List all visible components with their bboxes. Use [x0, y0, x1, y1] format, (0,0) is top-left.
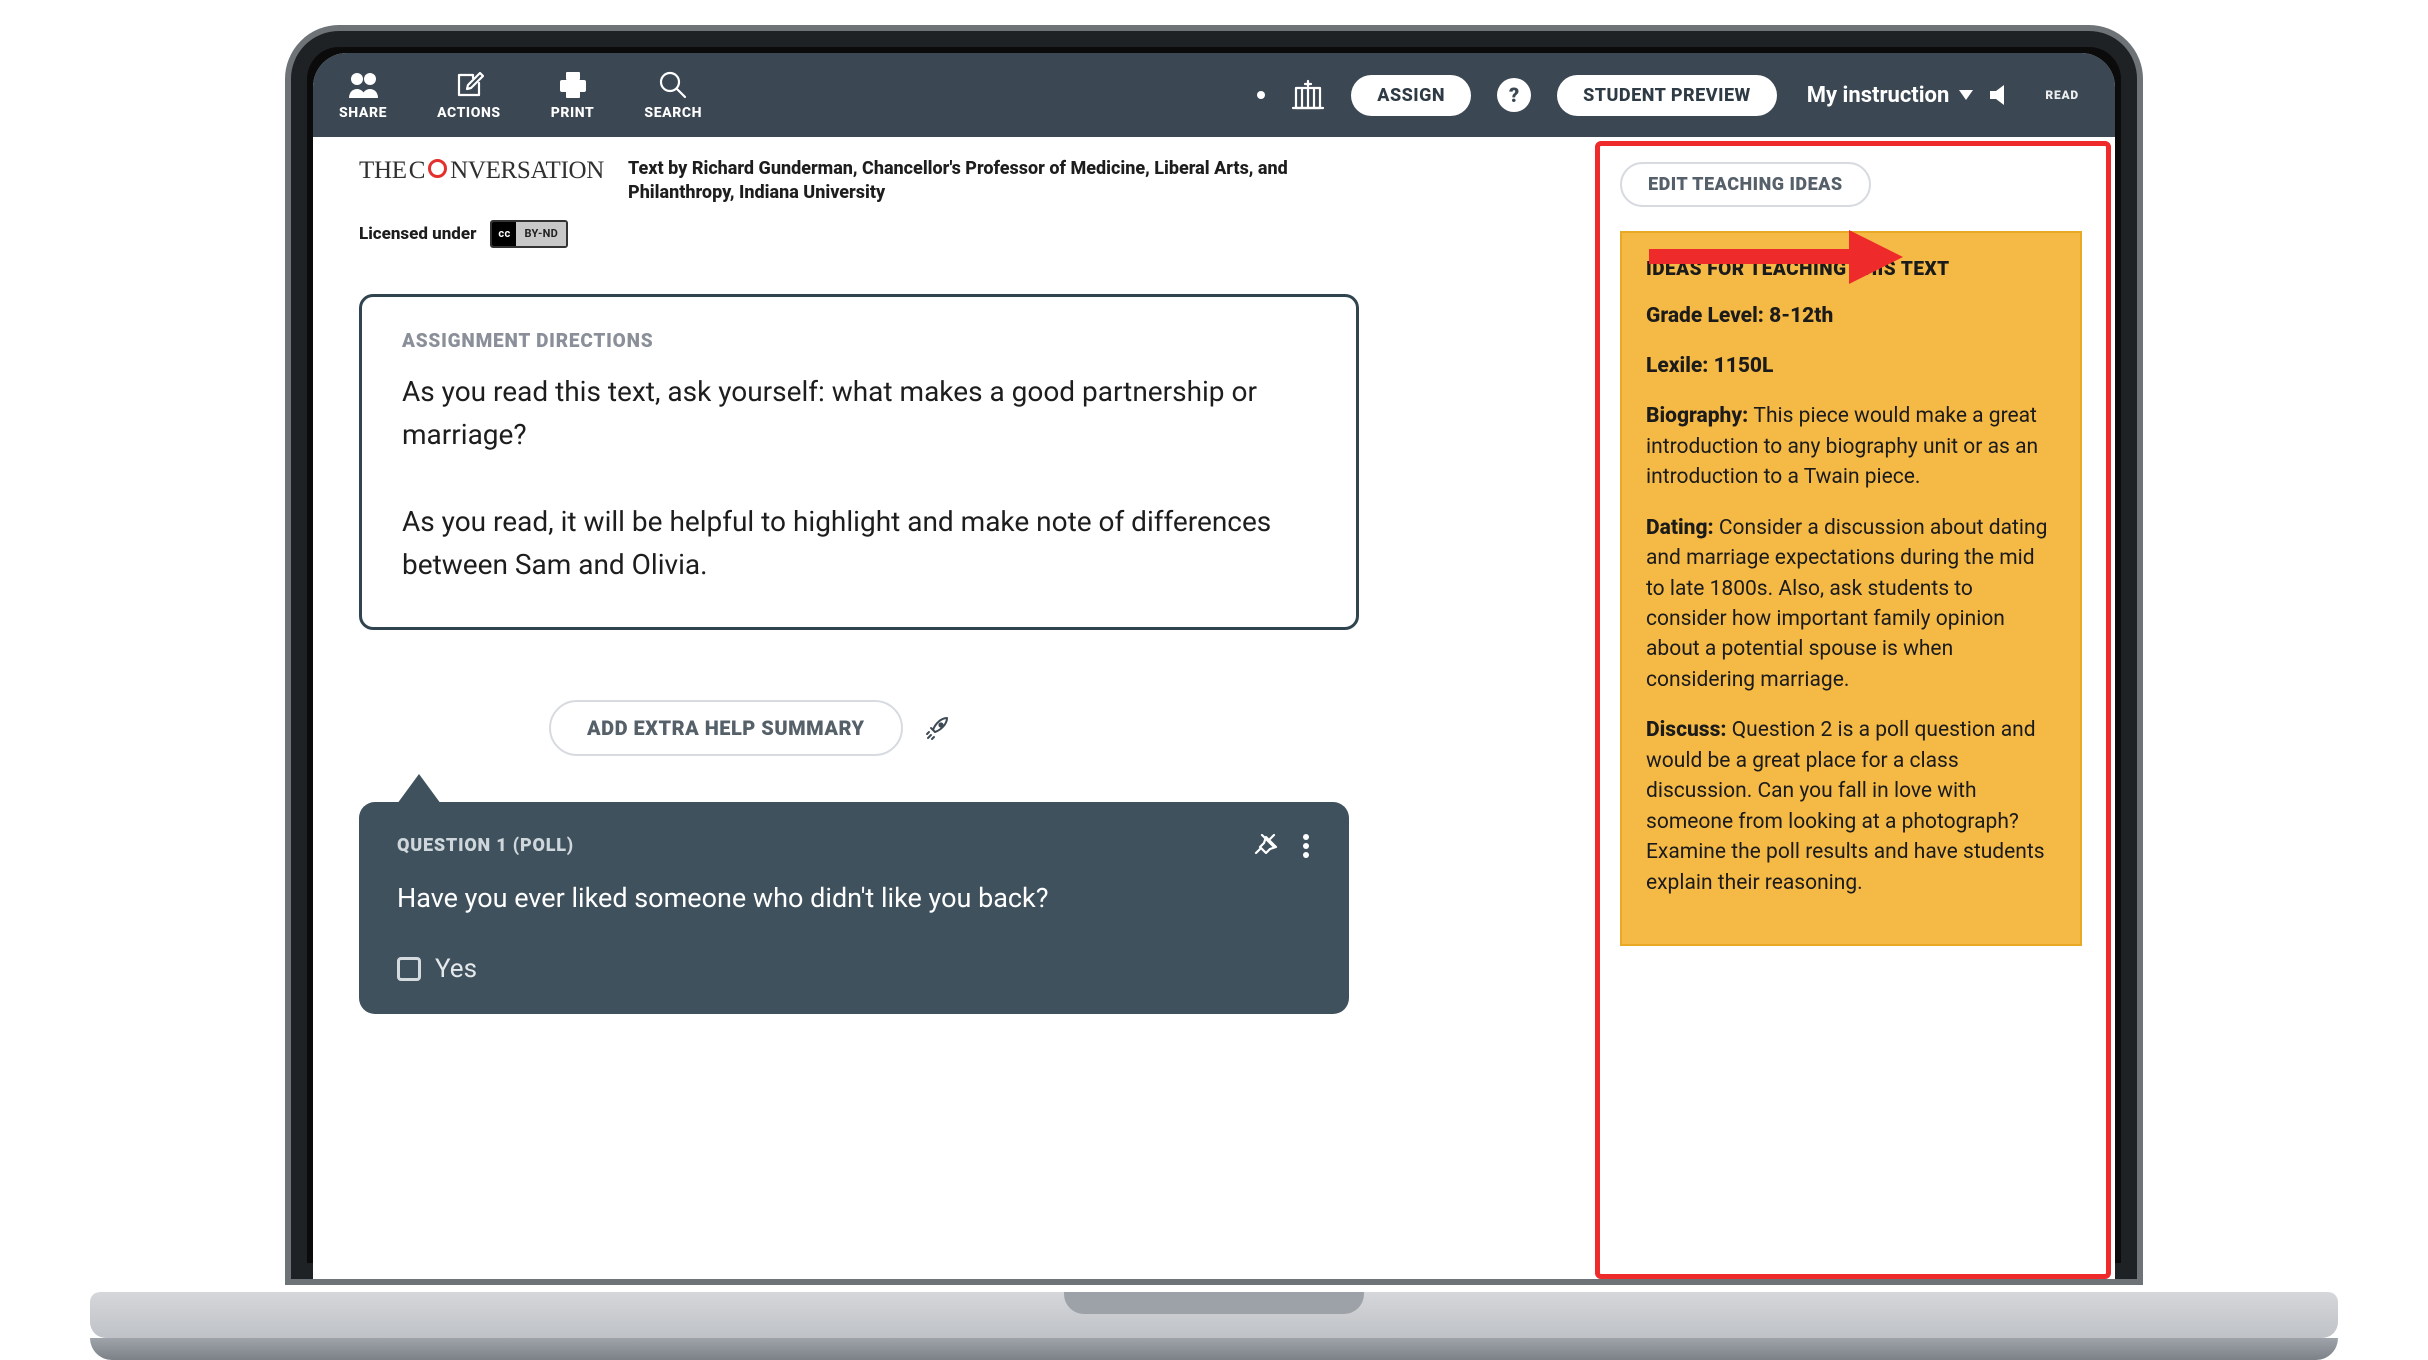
search-icon [658, 69, 688, 101]
search-label: SEARCH [644, 105, 702, 121]
card-pointer-icon [397, 774, 441, 804]
actions-button[interactable]: ACTIONS [437, 69, 501, 121]
checkbox-icon [397, 957, 421, 981]
my-instruction-dropdown[interactable]: My instruction [1807, 83, 1974, 108]
student-preview-button[interactable]: STUDENT PREVIEW [1557, 75, 1777, 116]
lexile: Lexile: 1150L [1646, 351, 2056, 381]
pin-icon[interactable] [1253, 832, 1281, 860]
license-row: Licensed under BY-ND [359, 220, 1549, 248]
directions-p1: As you read this text, ask yourself: wha… [402, 370, 1316, 457]
cc-by-nd-badge: BY-ND [490, 220, 568, 248]
directions-p2: As you read, it will be helpful to highl… [402, 500, 1316, 587]
attribution-block: THE C NVERSATION Text by Richard Gunderm… [359, 157, 1549, 206]
main-content: THE C NVERSATION Text by Richard Gunderm… [313, 137, 1595, 1279]
assign-button[interactable]: ASSIGN [1351, 75, 1471, 116]
toolbar-center-group: ASSIGN ? STUDENT PREVIEW [1257, 75, 1776, 116]
people-icon [345, 69, 381, 101]
edit-teaching-ideas-button[interactable]: EDIT TEACHING IDEAS [1620, 162, 1871, 207]
share-label: SHARE [339, 105, 387, 121]
teaching-ideas-sidebar: EDIT TEACHING IDEAS IDEAS FOR TEACHING T… [1595, 141, 2111, 1279]
idea-biography: Biography: This piece would make a great… [1646, 401, 2056, 492]
poll-option-yes[interactable]: Yes [397, 954, 1311, 984]
my-instruction-label: My instruction [1807, 83, 1950, 108]
app-toolbar: SHARE ACTIONS PRINT [313, 53, 2115, 137]
actions-label: ACTIONS [437, 105, 501, 121]
the-conversation-logo: THE C NVERSATION [359, 157, 604, 185]
question-text: Have you ever liked someone who didn't l… [397, 882, 1311, 914]
speaker-icon[interactable] [1987, 81, 2015, 109]
read-label: READ [2045, 88, 2079, 102]
directions-body: As you read this text, ask yourself: wha… [402, 370, 1316, 587]
toolbar-left-group: SHARE ACTIONS PRINT [339, 69, 702, 121]
question-header-label: QUESTION 1 (POLL) [397, 835, 574, 856]
directions-label: ASSIGNMENT DIRECTIONS [402, 329, 1316, 352]
idea-dating: Dating: Consider a discussion about dati… [1646, 513, 2056, 696]
search-button[interactable]: SEARCH [644, 69, 702, 121]
help-icon[interactable]: ? [1497, 78, 1531, 112]
chevron-down-icon [1959, 90, 1973, 100]
more-vertical-icon[interactable] [1301, 832, 1311, 860]
dot-icon [1257, 91, 1265, 99]
idea-discuss: Discuss: Question 2 is a poll question a… [1646, 715, 2056, 898]
print-button[interactable]: PRINT [551, 69, 595, 121]
ideas-panel: IDEAS FOR TEACHING THIS TEXT Grade Level… [1620, 231, 2082, 946]
ideas-title: IDEAS FOR TEACHING THIS TEXT [1646, 255, 2056, 283]
printer-icon [557, 69, 589, 101]
poll-option-label: Yes [435, 954, 477, 984]
edit-square-icon [454, 69, 484, 101]
building-icon[interactable] [1291, 78, 1325, 112]
share-button[interactable]: SHARE [339, 69, 387, 121]
question-card: QUESTION 1 (POLL) H [359, 802, 1349, 1014]
question-header: QUESTION 1 (POLL) [397, 832, 1311, 860]
laptop-base [90, 1292, 2338, 1360]
author-byline: Text by Richard Gunderman, Chancellor's … [628, 157, 1288, 206]
license-label: Licensed under [359, 224, 476, 244]
rocket-icon [925, 715, 951, 741]
assignment-directions-box: ASSIGNMENT DIRECTIONS As you read this t… [359, 294, 1359, 630]
add-extra-help-button[interactable]: ADD EXTRA HELP SUMMARY [549, 700, 903, 756]
extra-help-row: ADD EXTRA HELP SUMMARY [549, 700, 1549, 756]
logo-o-icon [428, 159, 447, 178]
print-label: PRINT [551, 105, 595, 121]
grade-level: Grade Level: 8-12th [1646, 301, 2056, 331]
